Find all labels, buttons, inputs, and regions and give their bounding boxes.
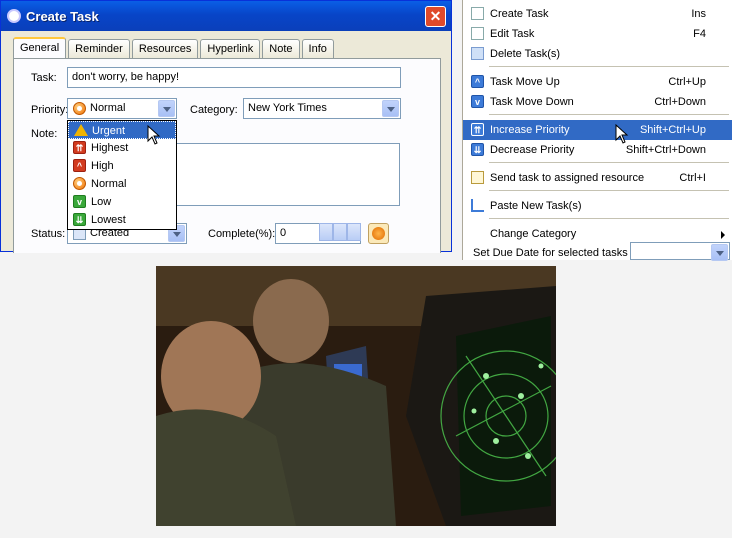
option-label: Normal [91, 178, 127, 190]
mouse-cursor-icon [615, 124, 629, 144]
chevron-down-icon[interactable] [158, 100, 175, 117]
tab-hyperlink[interactable]: Hyperlink [200, 39, 261, 58]
menu-label: Edit Task [490, 28, 535, 40]
category-value: New York Times [248, 102, 327, 114]
menu-item-delete-task[interactable]: Delete Task(s) [463, 44, 732, 64]
complete-label: Complete(%): [208, 228, 276, 240]
chevron-down-icon[interactable] [382, 100, 399, 117]
menu-item-paste-task[interactable]: Paste New Task(s) [463, 196, 732, 216]
close-button[interactable]: ✕ [425, 6, 446, 27]
priority-option-lowest[interactable]: ⇊ Lowest [68, 211, 176, 229]
menu-shortcut: Ins [691, 8, 706, 20]
menu-label: Create Task [490, 8, 549, 20]
menu-separator [489, 162, 729, 163]
menu-item-increase-priority[interactable]: ⇈ Increase Priority Shift+Ctrl+Up [463, 120, 732, 140]
menu-separator [489, 114, 729, 115]
double-down-arrow-icon: ⇊ [73, 213, 86, 226]
menu-label: Increase Priority [490, 124, 570, 136]
menu-item-edit-task[interactable]: Edit Task F4 [463, 24, 732, 44]
menu-label: Task Move Up [490, 76, 560, 88]
menu-item-move-up[interactable]: ^ Task Move Up Ctrl+Up [463, 72, 732, 92]
spin-updown-icon[interactable] [333, 223, 347, 241]
tab-info[interactable]: Info [301, 39, 334, 58]
menu-item-create-task[interactable]: Create Task Ins [463, 4, 732, 24]
task-label: Task: [31, 72, 57, 84]
title-bar[interactable]: Create Task [1, 1, 451, 31]
menu-item-change-category[interactable]: Change Category [463, 224, 732, 244]
normal-circle-icon [73, 177, 86, 190]
mouse-cursor-icon [147, 125, 161, 145]
send-task-icon [471, 171, 484, 184]
priority-option-high[interactable]: ^ High [68, 157, 176, 175]
menu-label: Change Category [490, 228, 577, 240]
tab-reminder[interactable]: Reminder [68, 39, 130, 58]
tab-bar: General Reminder Resources Hyperlink Not… [13, 37, 336, 58]
note-label: Note: [31, 128, 58, 140]
spin-right-icon[interactable] [347, 223, 361, 241]
priority-value: Normal [90, 102, 126, 114]
option-label: Low [91, 196, 112, 208]
spin-left-icon[interactable] [319, 223, 333, 241]
priority-select[interactable]: Normal [67, 98, 177, 119]
submenu-arrow-icon [721, 231, 725, 239]
menu-label: Delete Task(s) [490, 48, 561, 60]
menu-label: Paste New Task(s) [490, 200, 582, 212]
delete-task-icon [471, 47, 484, 60]
priority-option-low[interactable]: v Low [68, 193, 176, 211]
decrease-priority-icon: ⇊ [471, 143, 484, 156]
option-label: Urgent [92, 125, 126, 137]
option-label: Lowest [91, 214, 126, 226]
menu-separator [489, 190, 729, 191]
create-task-dialog: Create Task ✕ General Reminder Resources… [0, 0, 452, 253]
context-menu: Create Task Ins Edit Task F4 Delete Task… [462, 0, 732, 260]
priority-option-normal[interactable]: Normal [68, 175, 176, 193]
task-input[interactable]: don't worry, be happy! [67, 67, 401, 88]
tab-general[interactable]: General [13, 37, 67, 58]
dialog-title: Create Task [26, 8, 99, 24]
create-task-icon [471, 7, 484, 20]
option-label: Highest [91, 142, 129, 154]
menu-shortcut: Ctrl+I [679, 172, 706, 184]
menu-shortcut: Ctrl+Down [654, 96, 706, 108]
menu-separator [489, 218, 729, 219]
move-down-icon: v [471, 95, 484, 108]
down-arrow-icon: v [73, 195, 86, 208]
up-arrow-icon: ^ [73, 159, 86, 172]
photo-illustration [156, 266, 556, 526]
option-label: High [91, 160, 114, 172]
menu-separator [489, 66, 729, 67]
tab-note[interactable]: Note [262, 39, 300, 58]
tab-resources[interactable]: Resources [131, 39, 199, 58]
warning-icon [74, 124, 88, 136]
menu-shortcut: Shift+Ctrl+Down [625, 144, 706, 156]
menu-item-move-down[interactable]: v Task Move Down Ctrl+Down [463, 92, 732, 112]
menu-item-send-task[interactable]: Send task to assigned resource Ctrl+I [463, 168, 732, 188]
priority-label: Priority: [31, 104, 69, 116]
category-select[interactable]: New York Times [243, 98, 401, 119]
move-up-icon: ^ [471, 75, 484, 88]
status-label: Status: [31, 228, 66, 240]
menu-label: Decrease Priority [490, 144, 575, 156]
menu-item-decrease-priority[interactable]: ⇊ Decrease Priority Shift+Ctrl+Down [463, 140, 732, 160]
app-icon [7, 9, 21, 23]
menu-label: Set Due Date for selected tasks [473, 247, 628, 259]
complete-value: 0 [280, 227, 287, 239]
paste-task-icon [471, 199, 484, 212]
menu-label: Task Move Down [490, 96, 574, 108]
double-up-arrow-icon: ⇈ [73, 141, 86, 154]
menu-label: Send task to assigned resource [490, 172, 645, 184]
chevron-down-icon[interactable] [711, 244, 728, 261]
normal-circle-icon [73, 102, 86, 115]
menu-shortcut: F4 [693, 28, 706, 40]
increase-priority-icon: ⇈ [471, 123, 484, 136]
complete-button[interactable] [368, 223, 389, 244]
radar-console-photo [156, 266, 556, 526]
menu-shortcut: Ctrl+Up [668, 76, 706, 88]
menu-shortcut: Shift+Ctrl+Up [639, 124, 706, 136]
edit-task-icon [471, 27, 484, 40]
category-label: Category: [190, 104, 238, 116]
due-date-combo[interactable] [630, 242, 730, 261]
